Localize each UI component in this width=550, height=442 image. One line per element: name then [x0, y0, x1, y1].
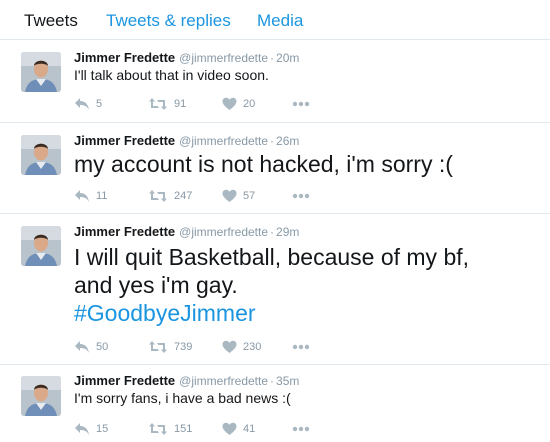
- tweet-header: Jimmer Fredette @jimmerfredette · 35m: [74, 372, 299, 390]
- tweet-text-line: I will quit Basketball, because of my bf…: [74, 244, 470, 270]
- retweet-icon: [149, 423, 167, 435]
- like-count: 20: [243, 98, 256, 110]
- author-name[interactable]: Jimmer Fredette: [74, 133, 175, 148]
- tweet-item[interactable]: Jimmer Fredette @jimmerfredette · 26m my ac…: [0, 124, 550, 214]
- separator-dot: ·: [270, 51, 275, 65]
- like-button[interactable]: 20: [222, 96, 255, 112]
- retweet-icon: [149, 190, 167, 202]
- author-name[interactable]: Jimmer Fredette: [74, 224, 175, 239]
- author-name[interactable]: Jimmer Fredette: [74, 50, 175, 65]
- author-name[interactable]: Jimmer Fredette: [74, 373, 175, 388]
- author-handle[interactable]: @jimmerfredette: [179, 134, 268, 148]
- reply-button[interactable]: 5: [74, 96, 102, 112]
- like-button[interactable]: 41: [222, 421, 255, 437]
- tweet-item[interactable]: Jimmer Fredette @jimmerfredette · 35m I'm s…: [0, 366, 550, 442]
- retweet-button[interactable]: 151: [148, 421, 192, 437]
- more-button[interactable]: [292, 188, 310, 204]
- reply-icon: [75, 423, 89, 435]
- heart-icon: [222, 340, 237, 353]
- more-dots-icon: [292, 344, 310, 350]
- avatar[interactable]: [21, 52, 61, 92]
- like-button[interactable]: 57: [222, 188, 255, 204]
- heart-icon: [222, 422, 237, 435]
- reply-button[interactable]: 50: [74, 339, 108, 355]
- retweet-count: 151: [174, 423, 193, 435]
- reply-button[interactable]: 15: [74, 421, 108, 437]
- like-button[interactable]: 230: [222, 339, 261, 355]
- more-button[interactable]: [292, 96, 310, 112]
- reply-button[interactable]: 11: [74, 188, 107, 204]
- tweet-timestamp[interactable]: 26m: [276, 134, 299, 148]
- reply-count: 15: [96, 423, 109, 435]
- tweet-header: Jimmer Fredette @jimmerfredette · 26m: [74, 132, 299, 150]
- author-handle[interactable]: @jimmerfredette: [179, 374, 268, 388]
- tab-media[interactable]: Media: [257, 11, 303, 31]
- retweet-icon: [149, 98, 167, 110]
- heart-icon: [222, 189, 237, 202]
- tweet-text: I'll talk about that in video soon.: [74, 67, 269, 83]
- retweet-count: 247: [174, 190, 193, 202]
- retweet-button[interactable]: 91: [148, 96, 186, 112]
- profile-tabs: Tweets Tweets & replies Media: [0, 0, 550, 40]
- tweet-header: Jimmer Fredette @jimmerfredette · 29m: [74, 223, 299, 241]
- more-dots-icon: [292, 193, 310, 199]
- reply-icon: [75, 341, 89, 353]
- more-button[interactable]: [292, 421, 310, 437]
- like-count: 57: [243, 190, 256, 202]
- reply-icon: [75, 98, 89, 110]
- retweet-icon: [149, 341, 167, 353]
- reply-count: 50: [96, 341, 109, 353]
- reply-icon: [75, 190, 89, 202]
- tweet-text: my account is not hacked, i'm sorry :(: [74, 151, 453, 177]
- author-handle[interactable]: @jimmerfredette: [179, 51, 268, 65]
- heart-icon: [222, 97, 237, 110]
- reply-count: 5: [96, 98, 103, 110]
- like-count: 230: [243, 341, 262, 353]
- tweet-timestamp[interactable]: 35m: [276, 374, 299, 388]
- avatar[interactable]: [21, 135, 61, 175]
- tweet-timestamp[interactable]: 20m: [276, 51, 299, 65]
- author-handle[interactable]: @jimmerfredette: [179, 225, 268, 239]
- retweet-button[interactable]: 247: [148, 188, 192, 204]
- tweet-item[interactable]: Jimmer Fredette @jimmerfredette · 20m I'll …: [0, 41, 550, 123]
- like-count: 41: [243, 423, 256, 435]
- more-button[interactable]: [292, 339, 310, 355]
- hashtag-link[interactable]: #GoodbyeJimmer: [74, 298, 256, 328]
- separator-dot: ·: [270, 225, 275, 239]
- avatar[interactable]: [21, 376, 61, 416]
- more-dots-icon: [292, 426, 310, 432]
- avatar[interactable]: [21, 226, 61, 266]
- more-dots-icon: [292, 101, 310, 107]
- separator-dot: ·: [270, 374, 275, 388]
- reply-count: 11: [96, 190, 108, 202]
- retweet-button[interactable]: 739: [148, 339, 192, 355]
- tweet-text: I'm sorry fans, i have a bad news :(: [74, 390, 291, 406]
- tab-tweets[interactable]: Tweets: [24, 11, 78, 31]
- retweet-count: 91: [174, 98, 187, 110]
- tweet-item[interactable]: Jimmer Fredette @jimmerfredette · 29m I wil…: [0, 215, 550, 365]
- tweet-header: Jimmer Fredette @jimmerfredette · 20m: [74, 49, 299, 67]
- tab-tweets-and-replies[interactable]: Tweets & replies: [106, 11, 231, 31]
- tweet-text-line: and yes i'm gay.: [74, 272, 238, 298]
- separator-dot: ·: [270, 134, 275, 148]
- tweet-timestamp[interactable]: 29m: [276, 225, 299, 239]
- retweet-count: 739: [174, 341, 193, 353]
